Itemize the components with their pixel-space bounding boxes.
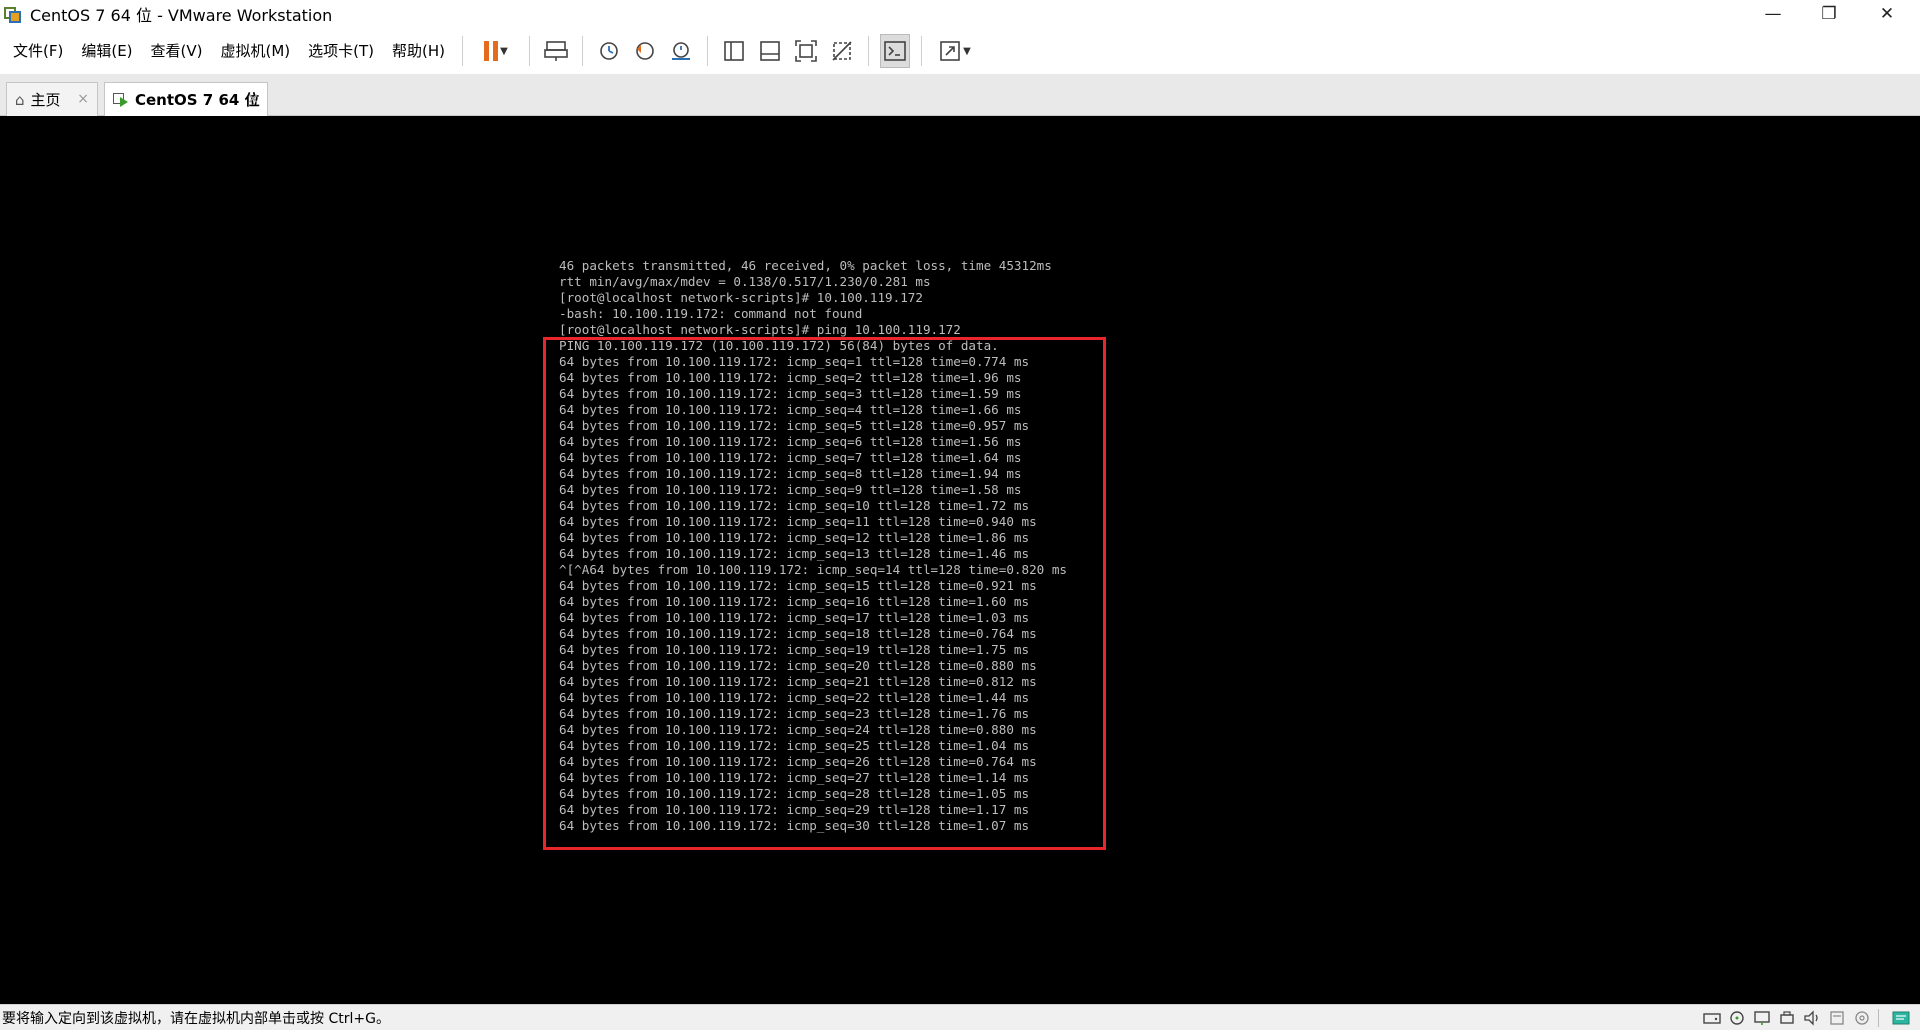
send-ctrl-alt-del-icon [544, 41, 568, 61]
toolbar-separator [707, 36, 709, 66]
chevron-down-icon: ▼ [963, 45, 971, 57]
status-message: 要将输入定向到该虚拟机，请在虚拟机内部单击或按 Ctrl+G。 [2, 1010, 390, 1027]
tab-centos-label: CentOS 7 64 位 [135, 91, 260, 109]
status-separator [1878, 1009, 1885, 1027]
show-library-icon [724, 41, 744, 61]
pause-button[interactable]: ▼ [474, 34, 518, 68]
title-bar: CentOS 7 64 位 - VMware Workstation — ❐ ✕ [0, 0, 1920, 28]
vmware-logo-icon [4, 5, 22, 23]
stretch-guest-icon [940, 41, 960, 61]
home-icon: ⌂ [15, 90, 25, 109]
toolbar-separator [868, 36, 870, 66]
terminal-line: -bash: 10.100.119.172: command not found [559, 306, 863, 321]
minimize-button[interactable]: — [1744, 0, 1802, 28]
hard-disk-icon[interactable] [1703, 1010, 1721, 1026]
restore-button[interactable]: ❐ [1800, 0, 1858, 28]
revert-snapshot-button[interactable] [630, 34, 660, 68]
terminal-line: 46 packets transmitted, 46 received, 0% … [559, 258, 1052, 273]
toolbar-separator [921, 36, 923, 66]
toolbar-separator [582, 36, 584, 66]
tab-home-label: 主页 [30, 91, 61, 109]
toolbar-separator [462, 36, 464, 66]
display-icon[interactable] [1853, 1010, 1871, 1026]
full-screen-button[interactable] [791, 34, 821, 68]
device-icons [1703, 1007, 1910, 1029]
tab-bar: ⌂ 主页 × CentOS 7 64 位 × [0, 74, 1920, 116]
printer-icon[interactable] [1828, 1010, 1846, 1026]
close-button[interactable]: ✕ [1858, 0, 1916, 28]
tab-home[interactable]: ⌂ 主页 × [6, 82, 98, 116]
tab-centos[interactable]: CentOS 7 64 位 × [104, 82, 268, 116]
console-view-button[interactable] [880, 34, 911, 68]
show-thumbnail-icon [760, 41, 780, 61]
terminal-line: [root@localhost network-scripts]# 10.100… [559, 290, 923, 305]
unity-icon [832, 41, 852, 61]
highlight-box [543, 337, 1106, 850]
menu-view[interactable]: 查看(V) [142, 28, 212, 74]
menu-toolbar: 文件(F) 编辑(E) 查看(V) 虚拟机(M) 选项卡(T) 帮助(H) ▼ … [0, 28, 1920, 74]
show-library-button[interactable] [719, 34, 749, 68]
cd-dvd-icon[interactable] [1728, 1010, 1746, 1026]
menu-vm[interactable]: 虚拟机(M) [212, 28, 300, 74]
full-screen-icon [795, 40, 817, 62]
terminal-line: rtt min/avg/max/mdev = 0.138/0.517/1.230… [559, 274, 931, 289]
revert-snapshot-icon [636, 42, 654, 60]
snapshot-manager-icon [672, 42, 691, 60]
window-title: CentOS 7 64 位 - VMware Workstation [30, 6, 333, 25]
snapshot-manager-button[interactable] [666, 34, 696, 68]
take-snapshot-button[interactable] [594, 34, 624, 68]
stretch-guest-button[interactable]: ▼ [933, 34, 977, 68]
unity-button[interactable] [827, 34, 857, 68]
terminal-line: [root@localhost network-scripts]# ping 1… [559, 322, 961, 337]
vm-running-icon [113, 92, 129, 107]
network-adapter-icon[interactable] [1753, 1010, 1771, 1026]
toolbar-separator [529, 36, 531, 66]
menu-edit[interactable]: 编辑(E) [72, 28, 141, 74]
console-view-icon [884, 41, 906, 61]
close-icon[interactable]: × [77, 91, 89, 107]
menu-tabs[interactable]: 选项卡(T) [299, 28, 383, 74]
pause-icon [484, 41, 499, 61]
usb-icon[interactable] [1778, 1010, 1796, 1026]
sound-icon[interactable] [1803, 1010, 1821, 1026]
menu-file[interactable]: 文件(F) [4, 28, 72, 74]
chevron-down-icon: ▼ [500, 45, 508, 57]
message-icon[interactable] [1892, 1010, 1910, 1026]
close-icon[interactable]: × [247, 91, 259, 107]
menu-help[interactable]: 帮助(H) [383, 28, 454, 74]
vm-console[interactable]: 46 packets transmitted, 46 received, 0% … [0, 116, 1920, 1004]
send-ctrl-alt-del-button[interactable] [541, 34, 571, 68]
show-thumbnail-button[interactable] [755, 34, 785, 68]
snapshot-icon [600, 42, 618, 60]
status-bar: 要将输入定向到该虚拟机，请在虚拟机内部单击或按 Ctrl+G。 [0, 1004, 1920, 1030]
